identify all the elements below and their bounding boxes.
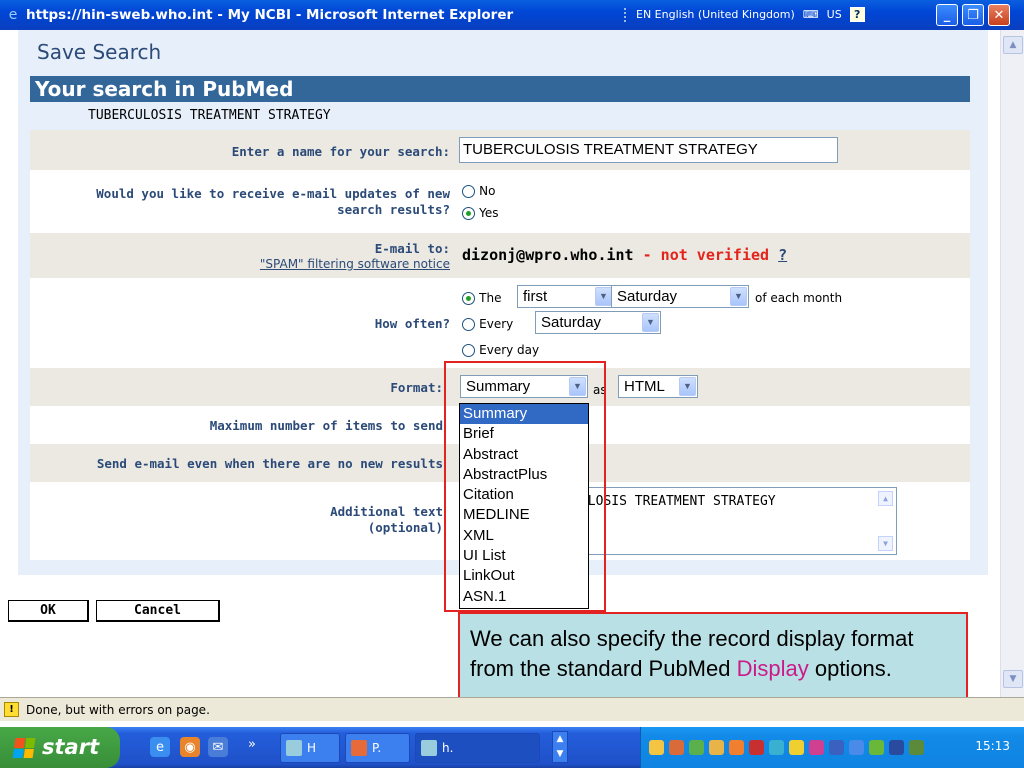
highlight-box	[444, 361, 606, 612]
scroll-up-icon[interactable]: ▲	[878, 491, 893, 506]
radio-weekly[interactable]	[462, 318, 475, 331]
wave-icon[interactable]	[849, 740, 864, 755]
radio-monthly[interactable]	[462, 292, 475, 305]
search-query: TUBERCULOSIS TREATMENT STRATEGY	[88, 108, 331, 123]
display-icon[interactable]	[909, 740, 924, 755]
email-display: dizonj@wpro.who.int - not verified ?	[462, 246, 787, 264]
format-label: Format:	[390, 380, 443, 395]
updates-label-1: Would you like to receive e-mail updates…	[96, 186, 450, 201]
language-bar[interactable]: EN English (United Kingdom) ⌨ US ?	[624, 7, 865, 22]
chevron-down-icon: ▼	[595, 287, 612, 306]
security-icon[interactable]	[749, 740, 764, 755]
status-bar: ! Done, but with errors on page.	[0, 697, 1024, 721]
taskbar-item-h[interactable]: H	[280, 733, 340, 763]
name-row: Enter a name for your search: TUBERCULOS…	[30, 130, 970, 170]
ie-quicklaunch-icon[interactable]: e	[150, 737, 170, 757]
restore-button[interactable]: ❐	[962, 4, 984, 26]
system-tray: 15:13	[640, 727, 1024, 768]
weekday-select-weekly[interactable]: Saturday ▼	[535, 311, 661, 334]
ie-window-icon	[421, 740, 437, 756]
keyboard-layout[interactable]: US	[827, 8, 842, 21]
mail-icon[interactable]	[649, 740, 664, 755]
taskbar-item-ie[interactable]: h.	[415, 733, 540, 763]
updates-yes-option[interactable]: Yes	[462, 206, 499, 221]
radio-daily[interactable]	[462, 344, 475, 357]
media-quicklaunch-icon[interactable]: ◉	[180, 737, 200, 757]
email-row: E-mail to: "SPAM" filtering software not…	[30, 233, 970, 278]
weekday-select-monthly[interactable]: Saturday ▼	[611, 285, 749, 308]
close-button[interactable]: ✕	[988, 4, 1010, 26]
how-often-row: How often? The first ▼ Saturday ▼ of eac…	[30, 278, 970, 368]
language-indicator[interactable]: EN English (United Kingdom)	[636, 8, 795, 21]
ie-window-icon	[286, 740, 302, 756]
powerpoint-icon	[351, 740, 367, 756]
optional-label: (optional)	[367, 520, 443, 535]
ok-button[interactable]: OK	[8, 600, 89, 622]
section-title: Your search in PubMed	[30, 76, 970, 102]
week-select[interactable]: first ▼	[517, 285, 614, 308]
often-weekly-option[interactable]: Every	[462, 317, 513, 332]
minimize-button[interactable]: _	[936, 4, 958, 26]
connection-icon[interactable]	[769, 740, 784, 755]
clock[interactable]: 15:13	[975, 739, 1010, 753]
max-items-label: Maximum number of items to send	[209, 418, 443, 433]
media-icon[interactable]	[729, 740, 744, 755]
network-icon[interactable]	[689, 740, 704, 755]
cancel-button[interactable]: Cancel	[96, 600, 220, 622]
help-icon[interactable]: ?	[849, 7, 865, 22]
title-bar: e https://hin-sweb.who.int - My NCBI - M…	[0, 0, 1024, 30]
chevron-down-icon: ▼	[642, 313, 659, 332]
java-icon[interactable]	[669, 740, 684, 755]
send-empty-label: Send e-mail even when there are no new r…	[96, 456, 443, 471]
name-label: Enter a name for your search:	[231, 144, 450, 159]
often-monthly-option[interactable]: The	[462, 291, 501, 306]
vertical-scrollbar[interactable]: ▲ ▼	[1000, 30, 1024, 697]
internet-explorer-icon: e	[8, 7, 18, 23]
additional-text-label: Additional text	[330, 504, 443, 519]
often-daily-option[interactable]: Every day	[462, 343, 539, 358]
taskbar-item-p[interactable]: P.	[345, 733, 410, 763]
warning-icon[interactable]: !	[4, 702, 19, 717]
windows-logo-icon	[12, 738, 36, 758]
tools-icon[interactable]	[869, 740, 884, 755]
output-format-select[interactable]: HTML ▼	[618, 375, 698, 398]
search-name-input[interactable]: TUBERCULOSIS TREATMENT STRATEGY	[459, 137, 838, 163]
each-month-text: of each month	[755, 291, 843, 305]
chevron-down-icon: ▼	[730, 287, 747, 306]
chevron-down-icon: ▼	[679, 377, 696, 396]
window-title: https://hin-sweb.who.int - My NCBI - Mic…	[26, 7, 514, 23]
radio-yes[interactable]	[462, 207, 475, 220]
scroll-down-icon[interactable]: ▼	[878, 536, 893, 551]
chevron-icon[interactable]: »	[248, 737, 256, 752]
spam-notice-link[interactable]: "SPAM" filtering software notice	[260, 257, 450, 271]
not-verified-label: - not verified	[642, 246, 770, 264]
keyboard-icon: ⌨	[802, 8, 819, 21]
device-icon[interactable]	[829, 740, 844, 755]
help-link[interactable]: ?	[778, 246, 787, 264]
start-button[interactable]: start	[0, 727, 120, 768]
grip-icon	[624, 7, 628, 22]
shield-icon[interactable]	[789, 740, 804, 755]
messenger-icon[interactable]	[709, 740, 724, 755]
radio-no[interactable]	[462, 185, 475, 198]
outlook-quicklaunch-icon[interactable]: ✉	[208, 737, 228, 757]
email-label: E-mail to:	[374, 241, 450, 256]
updates-row: Would you like to receive e-mail updates…	[30, 170, 970, 233]
status-text: Done, but with errors on page.	[26, 703, 210, 717]
page-title: Save Search	[37, 40, 162, 64]
email-address: dizonj@wpro.who.int	[462, 246, 634, 264]
taskbar-scroll-icon[interactable]: ▲ ▼	[552, 731, 568, 763]
updates-label-2: search results?	[337, 202, 450, 217]
callout-text-end: options.	[808, 656, 892, 681]
scroll-down-icon[interactable]: ▼	[1003, 670, 1023, 688]
how-often-label: How often?	[374, 316, 450, 331]
scroll-up-icon[interactable]: ▲	[1003, 36, 1023, 54]
play-icon[interactable]	[889, 740, 904, 755]
sound-icon[interactable]	[809, 740, 824, 755]
taskbar: start e ◉ ✉ » H P. h. ▲ ▼ 15:13	[0, 727, 1024, 768]
callout-highlight: Display	[736, 656, 809, 681]
updates-no-option[interactable]: No	[462, 184, 495, 199]
